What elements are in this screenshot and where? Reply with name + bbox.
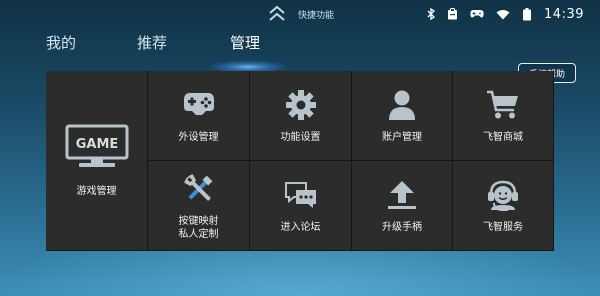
tile-forum[interactable]: 进入论坛: [250, 161, 352, 251]
tab-recommended[interactable]: 推荐: [137, 32, 167, 53]
user-icon: [388, 87, 416, 123]
quick-functions-label: 快捷功能: [298, 10, 335, 21]
bluetooth-icon: [427, 8, 436, 20]
tools-icon: [182, 171, 216, 207]
status-bar: 14:39: [427, 4, 584, 24]
tile-label: 功能设置: [280, 132, 321, 143]
chevron-up-icon: [269, 5, 285, 21]
tile-peripheral-management[interactable]: 外设管理: [148, 71, 250, 161]
tile-label: 进入论坛: [280, 222, 321, 233]
battery-icon: [523, 7, 532, 20]
tile-label-line2: 私人定制: [178, 228, 219, 240]
tile-feizhi-service[interactable]: 飞智服务: [453, 161, 554, 251]
tile-function-settings[interactable]: 功能设置: [250, 71, 352, 161]
tile-label: 飞智商城: [483, 132, 523, 143]
tile-feizhi-shop[interactable]: 飞智商城: [453, 71, 554, 161]
chat-bubbles-icon: [284, 177, 318, 213]
tile-label: 账户管理: [382, 132, 422, 143]
tile-label: 外设管理: [178, 132, 219, 143]
clock: 14:39: [544, 6, 584, 22]
upload-icon: [386, 177, 418, 213]
gamepad-icon: [470, 10, 484, 18]
gear-icon: [285, 87, 317, 123]
top-tabs: 我的 推荐 管理 手柄帮助: [0, 30, 600, 83]
tile-label: 飞智服务: [483, 222, 523, 233]
tile-label: 升级手柄: [382, 222, 422, 233]
quick-functions-toggle[interactable]: 快捷功能: [266, 4, 334, 24]
clipboard-icon: [448, 8, 458, 20]
tab-management[interactable]: 管理: [230, 32, 260, 53]
tile-upgrade-gamepad[interactable]: 升级手柄: [352, 161, 453, 251]
tile-key-mapping[interactable]: 按键映射 私人定制: [148, 161, 250, 251]
management-grid: GAME 游戏管理 外设管理 功能设置 账户管理 飞智商城 按键映射 私人定制 …: [46, 71, 554, 251]
gamepad-icon: [182, 87, 216, 123]
tab-mine[interactable]: 我的: [46, 32, 76, 53]
game-icon-text: GAME: [75, 137, 118, 152]
tile-game-management[interactable]: GAME 游戏管理: [46, 71, 148, 251]
tile-account-management[interactable]: 账户管理: [352, 71, 453, 161]
tile-label: 按键映射 私人定制: [179, 215, 219, 241]
game-monitor-icon: GAME: [65, 123, 129, 171]
shopping-cart-icon: [486, 87, 520, 123]
tile-label: 游戏管理: [76, 186, 117, 197]
tile-label-line1: 按键映射: [178, 215, 219, 227]
wifi-icon: [496, 9, 510, 19]
headset-support-icon: [486, 177, 520, 213]
